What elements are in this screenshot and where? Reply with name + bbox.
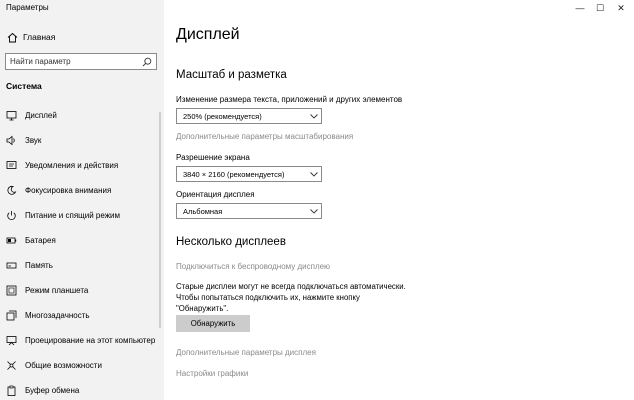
shared-experiences-icon xyxy=(6,360,17,371)
detect-description: Старые дисплеи могут не всегда подключат… xyxy=(176,281,406,314)
sidebar: Параметры Главная Найти параметр Система… xyxy=(0,0,164,400)
search-input[interactable]: Найти параметр xyxy=(5,53,157,70)
resolution-select[interactable]: 3840 × 2160 (рекомендуется) xyxy=(176,166,322,182)
sidebar-item-label: Звук xyxy=(25,136,42,145)
sidebar-item-shared-experiences[interactable]: Общие возможности xyxy=(0,353,164,378)
home-link[interactable]: Главная xyxy=(6,30,55,44)
scale-select-value: 250% (рекомендуется) xyxy=(183,111,262,121)
wireless-display-link[interactable]: Подключиться к беспроводному дисплею xyxy=(176,262,330,271)
description-line: "Обнаружить". xyxy=(176,304,229,313)
advanced-display-link[interactable]: Дополнительные параметры дисплея xyxy=(176,348,316,357)
tablet-mode-icon xyxy=(6,285,17,296)
sound-icon xyxy=(6,135,17,146)
clipboard-icon xyxy=(6,385,17,396)
sidebar-item-display[interactable]: Дисплей xyxy=(0,103,164,128)
chevron-down-icon xyxy=(307,171,321,177)
sidebar-item-multitasking[interactable]: Многозадачность xyxy=(0,303,164,328)
orientation-select[interactable]: Альбомная xyxy=(176,203,322,219)
section-label: Система xyxy=(6,81,42,91)
focus-assist-icon xyxy=(6,185,17,196)
resolution-select-value: 3840 × 2160 (рекомендуется) xyxy=(183,169,285,179)
description-line: Чтобы попытаться подключить их, нажмите … xyxy=(176,293,360,302)
size-label: Изменение размера текста, приложений и д… xyxy=(176,95,403,104)
chevron-down-icon xyxy=(307,208,321,214)
orientation-select-value: Альбомная xyxy=(183,206,223,216)
search-placeholder: Найти параметр xyxy=(10,57,71,66)
home-label: Главная xyxy=(23,32,56,42)
search-icon[interactable] xyxy=(142,57,152,67)
sidebar-item-label: Уведомления и действия xyxy=(25,161,119,170)
sidebar-item-label: Режим планшета xyxy=(25,286,89,295)
home-icon xyxy=(6,31,18,43)
sidebar-item-label: Фокусировка внимания xyxy=(25,186,112,195)
display-icon xyxy=(6,110,17,121)
sidebar-item-clipboard[interactable]: Буфер обмена xyxy=(0,378,164,400)
scale-select[interactable]: 250% (рекомендуется) xyxy=(176,108,322,124)
close-button[interactable]: ✕ xyxy=(615,3,627,13)
notifications-icon xyxy=(6,160,17,171)
power-icon xyxy=(6,210,17,221)
scale-section-heading: Масштаб и разметка xyxy=(176,69,287,81)
multi-display-heading: Несколько дисплеев xyxy=(176,236,286,248)
window-title: Параметры xyxy=(6,3,49,12)
storage-icon xyxy=(6,260,17,271)
sidebar-item-storage[interactable]: Память xyxy=(0,253,164,278)
sidebar-item-sound[interactable]: Звук xyxy=(0,128,164,153)
sidebar-item-notifications[interactable]: Уведомления и действия xyxy=(0,153,164,178)
sidebar-item-power[interactable]: Питание и спящий режим xyxy=(0,203,164,228)
sidebar-item-label: Батарея xyxy=(25,236,56,245)
detect-button[interactable]: Обнаружить xyxy=(176,315,250,332)
page-title: Дисплей xyxy=(176,26,240,43)
multitasking-icon xyxy=(6,310,17,321)
sidebar-item-focus-assist[interactable]: Фокусировка внимания xyxy=(0,178,164,203)
maximize-button[interactable]: ☐ xyxy=(594,3,606,13)
orientation-label: Ориентация дисплея xyxy=(176,190,255,199)
projecting-icon xyxy=(6,335,17,346)
advanced-scaling-link[interactable]: Дополнительные параметры масштабирования xyxy=(176,132,353,141)
chevron-down-icon xyxy=(307,113,321,119)
sidebar-item-projecting[interactable]: Проецирование на этот компьютер xyxy=(0,328,164,353)
nav-list: Дисплей Звук Уведомления и действия Фоку… xyxy=(0,103,164,400)
sidebar-item-label: Проецирование на этот компьютер xyxy=(25,336,156,345)
main-content: — ☐ ✕ Дисплей Масштаб и разметка Изменен… xyxy=(164,0,634,400)
sidebar-item-battery[interactable]: Батарея xyxy=(0,228,164,253)
sidebar-item-label: Многозадачность xyxy=(25,311,90,320)
sidebar-item-tablet-mode[interactable]: Режим планшета xyxy=(0,278,164,303)
sidebar-scrollbar[interactable] xyxy=(159,112,161,328)
battery-icon xyxy=(6,235,17,246)
minimize-button[interactable]: — xyxy=(574,3,586,13)
graphics-settings-link[interactable]: Настройки графики xyxy=(176,369,248,378)
sidebar-item-label: Память xyxy=(25,261,53,270)
description-line: Старые дисплеи могут не всегда подключат… xyxy=(176,282,406,291)
sidebar-item-label: Питание и спящий режим xyxy=(25,211,121,220)
resolution-label: Разрешение экрана xyxy=(176,153,250,162)
sidebar-item-label: Буфер обмена xyxy=(25,386,80,395)
sidebar-item-label: Общие возможности xyxy=(25,361,102,370)
sidebar-item-label: Дисплей xyxy=(25,111,57,120)
